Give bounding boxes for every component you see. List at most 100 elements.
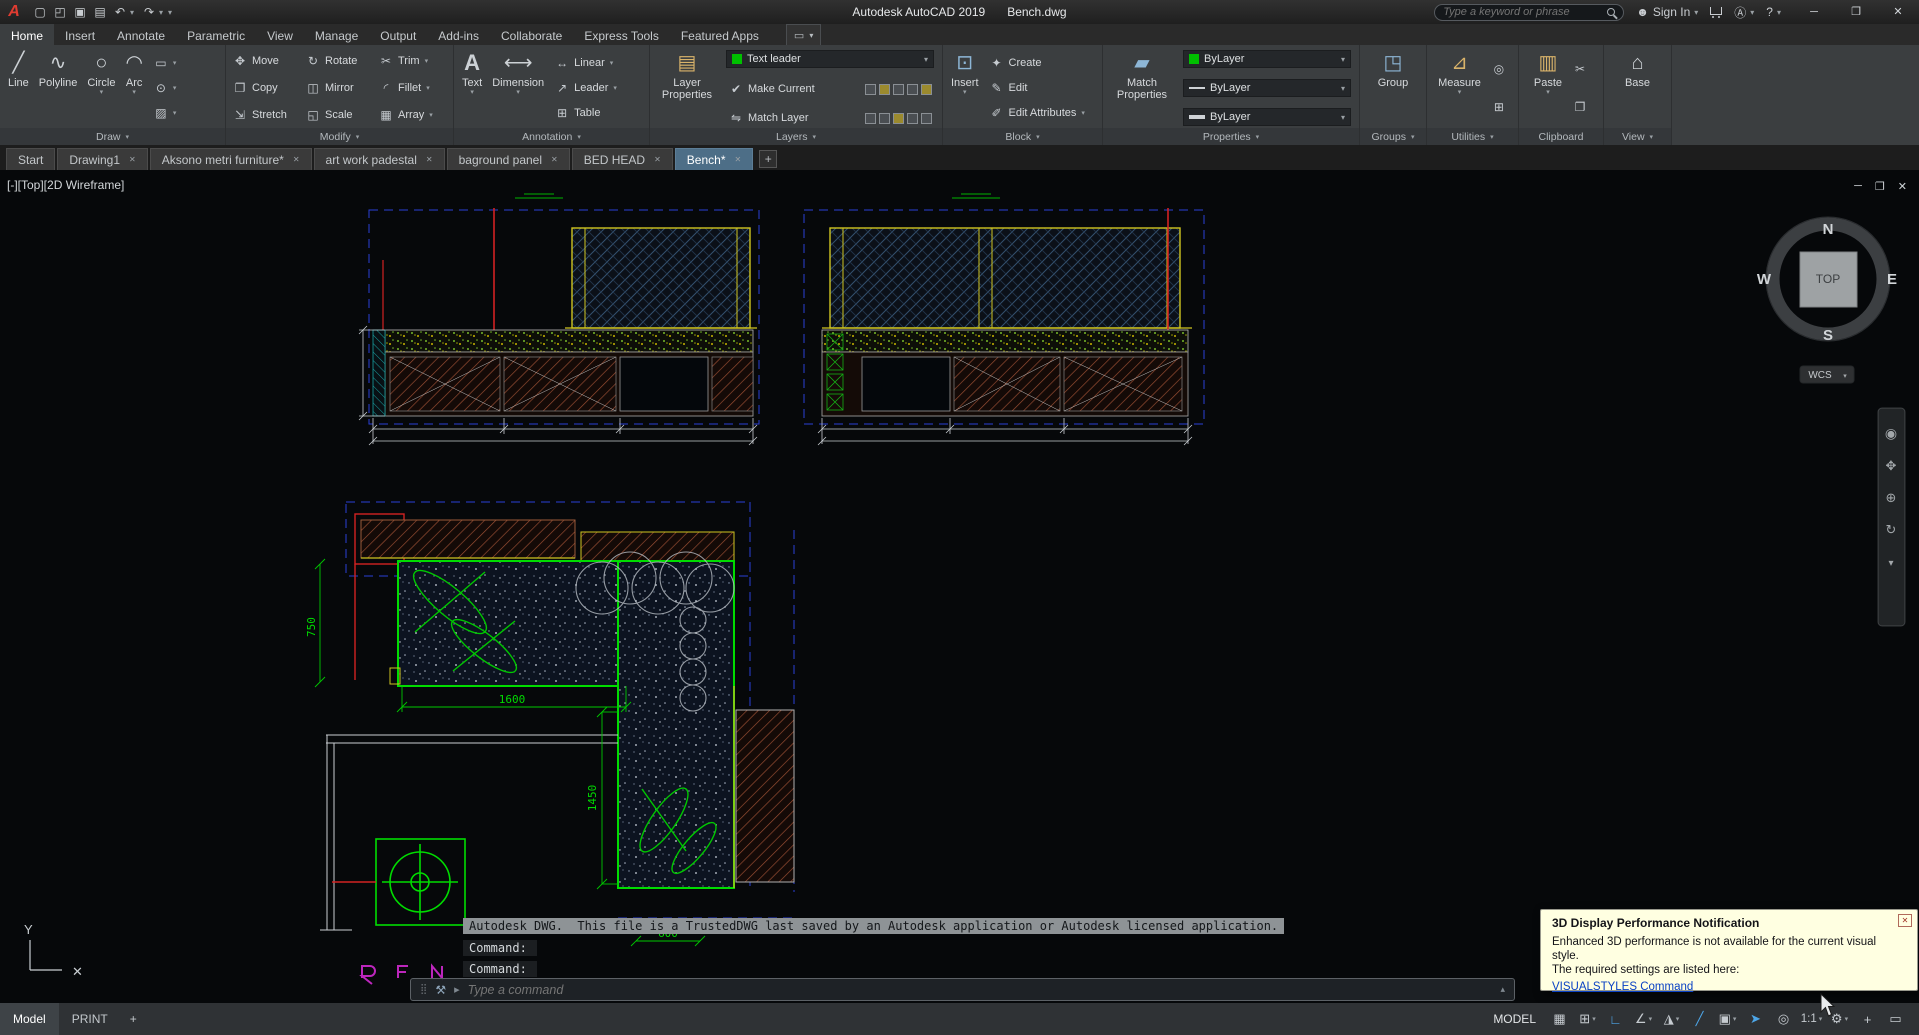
undo-icon[interactable]: ↶ bbox=[110, 5, 130, 19]
panel-label-properties[interactable]: Properties ▾ bbox=[1103, 128, 1359, 145]
insert-button[interactable]: ⊡ Insert ▾ bbox=[947, 48, 983, 128]
snap-toggle[interactable]: ⊞ ▾ bbox=[1574, 1007, 1601, 1031]
copy-button[interactable]: ❐ Copy bbox=[230, 80, 303, 96]
line-button[interactable]: ╱ Line bbox=[4, 48, 33, 128]
leader-button[interactable]: ↗ Leader ▾ bbox=[552, 80, 620, 96]
fillet-button[interactable]: ◜ Fillet ▾ bbox=[376, 80, 449, 96]
tab-close-icon[interactable]: ✕ bbox=[129, 155, 136, 164]
customize-wrench-icon[interactable]: ⚒ bbox=[435, 983, 446, 997]
mirror-button[interactable]: ◫ Mirror bbox=[303, 80, 376, 96]
measure-button[interactable]: ⊿ Measure ▾ bbox=[1434, 48, 1485, 128]
tab-insert[interactable]: Insert bbox=[54, 24, 106, 45]
ribbon-options-toggle[interactable]: ▭ ▾ bbox=[785, 24, 822, 45]
qat-more-icon[interactable]: ▾ bbox=[168, 8, 177, 17]
panel-label-view[interactable]: View ▾ bbox=[1604, 128, 1671, 145]
file-tab-bench[interactable]: Bench* ✕ bbox=[674, 148, 754, 170]
vp-close-icon[interactable]: ✕ bbox=[1898, 180, 1907, 193]
circle-button[interactable]: ○ Circle ▾ bbox=[83, 48, 119, 128]
move-button[interactable]: ✥ Move bbox=[230, 53, 303, 69]
vp-restore-icon[interactable]: ❐ bbox=[1875, 180, 1885, 193]
tab-output[interactable]: Output bbox=[369, 24, 427, 45]
layer-dropdown[interactable]: Text leader ▾ bbox=[726, 50, 934, 68]
isolate-objects-button[interactable]: + bbox=[1854, 1007, 1881, 1031]
visualstyles-command-link[interactable]: VISUALSTYLES Command bbox=[1552, 981, 1693, 993]
table-button[interactable]: ⊞ Table bbox=[552, 105, 620, 121]
array-button[interactable]: ▦ Array ▾ bbox=[376, 107, 449, 123]
make-current-button[interactable]: ✔ Make Current bbox=[726, 81, 818, 97]
tab-manage[interactable]: Manage bbox=[304, 24, 369, 45]
minimize-button[interactable]: ─ bbox=[1793, 0, 1835, 24]
ortho-toggle[interactable]: ∟ bbox=[1602, 1007, 1629, 1031]
sign-in-menu[interactable]: ☻ Sign In ▾ bbox=[1636, 5, 1698, 19]
cad-drawing[interactable]: .bluedash{fill:none;stroke:#2a3fd6;strok… bbox=[0, 170, 1919, 1003]
isodraft-toggle[interactable]: ◮ ▾ bbox=[1658, 1007, 1685, 1031]
viewcube[interactable]: TOP N W E S WCS ▾ bbox=[1757, 216, 1897, 384]
linetype-dropdown[interactable]: ByLayer ▾ bbox=[1183, 79, 1351, 97]
arc-button[interactable]: ◠ Arc ▾ bbox=[121, 48, 146, 128]
layout-tab-print[interactable]: PRINT bbox=[59, 1003, 121, 1035]
viewport-controls-label[interactable]: [-][Top][2D Wireframe] bbox=[7, 178, 124, 192]
scale-button[interactable]: ◱ Scale bbox=[303, 107, 376, 123]
annotation-scale-button[interactable]: 1:1 ▾ bbox=[1798, 1007, 1825, 1031]
dimension-button[interactable]: ⟷ Dimension ▾ bbox=[488, 48, 548, 128]
command-input[interactable] bbox=[467, 982, 1493, 997]
open-file-icon[interactable]: ◰ bbox=[50, 5, 70, 19]
model-space-button[interactable]: MODEL bbox=[1484, 1008, 1545, 1030]
panel-label-layers[interactable]: Layers ▾ bbox=[650, 128, 942, 145]
compass-south[interactable]: S bbox=[1823, 327, 1833, 344]
clean-screen-button[interactable]: ▭ bbox=[1882, 1007, 1909, 1031]
base-button[interactable]: ⌂ Base bbox=[1621, 48, 1654, 128]
help-search[interactable] bbox=[1434, 3, 1625, 21]
create-block-button[interactable]: ✦ Create bbox=[987, 55, 1088, 71]
copy-clip-button[interactable]: ❐ bbox=[1570, 99, 1590, 115]
redo-caret-icon[interactable]: ▾ bbox=[159, 8, 168, 17]
notification-close-icon[interactable]: ✕ bbox=[1898, 914, 1912, 927]
osnap-settings-toggle[interactable]: ▣ ▾ bbox=[1714, 1007, 1741, 1031]
app-store-cart-icon[interactable] bbox=[1710, 7, 1723, 18]
tab-close-icon[interactable]: ✕ bbox=[551, 155, 558, 164]
redo-icon[interactable]: ↷ bbox=[139, 5, 159, 19]
save-icon[interactable]: ▣ bbox=[70, 5, 90, 19]
drawing-canvas[interactable]: .bluedash{fill:none;stroke:#2a3fd6;strok… bbox=[0, 170, 1919, 1003]
vp-minimize-icon[interactable]: ─ bbox=[1854, 180, 1862, 193]
file-tab-drawing1[interactable]: Drawing1 ✕ bbox=[57, 148, 148, 170]
search-input[interactable] bbox=[1443, 6, 1602, 18]
text-button[interactable]: A Text ▾ bbox=[458, 48, 486, 128]
annotation-visibility-toggle[interactable]: ◎ bbox=[1770, 1007, 1797, 1031]
help-menu[interactable]: ? ▾ bbox=[1766, 5, 1781, 19]
navigation-bar[interactable]: ◉ ✥ ⊕ ↻ ▾ bbox=[1877, 407, 1906, 627]
compass-west[interactable]: W bbox=[1757, 271, 1772, 288]
file-tab-baground[interactable]: baground panel ✕ bbox=[446, 148, 570, 170]
new-layout-button[interactable]: + bbox=[121, 1004, 146, 1034]
layer-tools-icons[interactable] bbox=[863, 83, 934, 96]
trim-button[interactable]: ✂ Trim ▾ bbox=[376, 53, 449, 69]
selection-cycling-toggle[interactable]: ➤ bbox=[1742, 1007, 1769, 1031]
tab-annotate[interactable]: Annotate bbox=[106, 24, 176, 45]
group-button[interactable]: ◳ Group bbox=[1374, 48, 1413, 128]
panel-label-block[interactable]: Block ▾ bbox=[943, 128, 1102, 145]
restore-button[interactable]: ❐ bbox=[1835, 0, 1877, 24]
quick-select-button[interactable]: ◎ bbox=[1489, 61, 1509, 77]
file-tab-bedhead[interactable]: BED HEAD ✕ bbox=[571, 148, 673, 170]
undo-caret-icon[interactable]: ▾ bbox=[130, 8, 139, 17]
tab-addins[interactable]: Add-ins bbox=[427, 24, 490, 45]
linear-button[interactable]: ↔ Linear ▾ bbox=[552, 55, 620, 71]
layout-tab-model[interactable]: Model bbox=[0, 1003, 59, 1035]
tab-parametric[interactable]: Parametric bbox=[176, 24, 256, 45]
edit-attributes-button[interactable]: ✐ Edit Attributes ▾ bbox=[987, 105, 1088, 121]
stretch-button[interactable]: ⇲ Stretch bbox=[230, 107, 303, 123]
panel-label-annotation[interactable]: Annotation ▾ bbox=[454, 128, 649, 145]
file-tab-start[interactable]: Start bbox=[6, 148, 56, 170]
ellipse-tool-button[interactable]: ⊙ ▾ bbox=[151, 80, 180, 96]
match-properties-button[interactable]: ▰ Match Properties bbox=[1107, 48, 1177, 128]
compass-east[interactable]: E bbox=[1887, 271, 1897, 288]
customization-button[interactable]: ⚙ ▾ bbox=[1826, 1007, 1853, 1031]
tab-close-icon[interactable]: ✕ bbox=[426, 155, 433, 164]
file-tab-artwork[interactable]: art work padestal ✕ bbox=[313, 148, 445, 170]
new-drawing-tab-button[interactable]: + bbox=[759, 150, 778, 168]
command-line[interactable]: ⣿ ⚒ ▸ ▴ bbox=[410, 978, 1515, 1001]
command-grip-icon[interactable]: ⣿ bbox=[420, 984, 427, 995]
new-file-icon[interactable]: ▢ bbox=[30, 5, 50, 19]
layer-properties-button[interactable]: ▤ Layer Properties bbox=[654, 48, 720, 128]
tab-close-icon[interactable]: ✕ bbox=[735, 155, 742, 164]
